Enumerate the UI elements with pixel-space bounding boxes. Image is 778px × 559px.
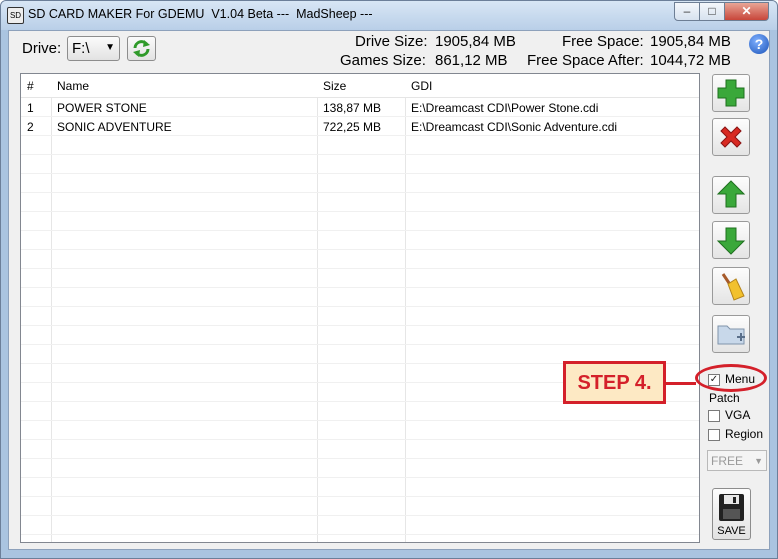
row-separator xyxy=(21,420,699,421)
minimize-icon: – xyxy=(683,4,691,18)
region-select: FREE ▼ xyxy=(707,450,767,471)
row-separator xyxy=(21,477,699,478)
title-bar[interactable]: SD SD CARD MAKER For GDEMU V1.04 Beta --… xyxy=(1,1,777,30)
row-separator xyxy=(21,230,699,231)
column-header-name[interactable]: Name xyxy=(57,79,89,93)
region-checkbox[interactable] xyxy=(708,429,720,441)
row-separator xyxy=(21,306,699,307)
region-select-value: FREE xyxy=(711,454,744,468)
games-size-label: Games Size: xyxy=(340,52,426,69)
drive-size-label: Drive Size: xyxy=(355,33,428,50)
chevron-down-icon: ▼ xyxy=(754,456,763,466)
close-button[interactable]: ✕ xyxy=(724,2,769,21)
free-space-value: 1905,84 MB xyxy=(650,33,731,50)
column-header-gdi[interactable]: GDI xyxy=(411,79,432,93)
vga-label: VGA xyxy=(725,408,751,422)
new-folder-icon xyxy=(717,325,745,345)
floppy-disk-icon xyxy=(719,494,744,521)
patch-label: Patch xyxy=(709,391,740,405)
chevron-down-icon: ▼ xyxy=(105,42,115,53)
row-separator xyxy=(21,325,699,326)
row-number: 1 xyxy=(27,101,34,115)
game-size: 722,25 MB xyxy=(323,120,382,134)
app-window: SD SD CARD MAKER For GDEMU V1.04 Beta --… xyxy=(0,0,778,559)
callout-highlight-ellipse xyxy=(695,364,767,392)
free-space-after-value: 1044,72 MB xyxy=(650,52,731,69)
step-callout-text: STEP 4. xyxy=(577,372,652,394)
row-separator xyxy=(21,515,699,516)
app-icon: SD xyxy=(7,7,24,24)
row-separator xyxy=(21,268,699,269)
games-table[interactable]: # Name Size GDI 1 POWER STONE 138,87 MB … xyxy=(20,73,700,543)
column-header-size[interactable]: Size xyxy=(323,79,346,93)
row-separator xyxy=(21,458,699,459)
drive-size-value: 1905,84 MB xyxy=(435,33,516,50)
broom-icon xyxy=(721,273,745,301)
row-separator xyxy=(21,287,699,288)
row-separator xyxy=(21,439,699,440)
row-separator xyxy=(21,116,699,117)
refresh-icon xyxy=(133,40,150,57)
row-separator xyxy=(21,249,699,250)
minimize-button[interactable]: – xyxy=(674,2,700,21)
refresh-button[interactable] xyxy=(127,36,156,61)
row-separator xyxy=(21,211,699,212)
game-size: 138,87 MB xyxy=(323,101,382,115)
arrow-down-icon xyxy=(716,227,746,255)
row-separator xyxy=(21,154,699,155)
table-header: # Name Size GDI xyxy=(21,74,699,98)
row-separator xyxy=(21,496,699,497)
move-down-button[interactable] xyxy=(712,221,750,259)
add-game-button[interactable] xyxy=(712,74,750,112)
row-separator xyxy=(21,135,699,136)
column-divider xyxy=(317,74,318,542)
help-icon[interactable]: ? xyxy=(749,34,769,54)
column-header-number[interactable]: # xyxy=(27,79,34,93)
game-name: SONIC ADVENTURE xyxy=(57,120,172,134)
column-divider xyxy=(51,74,52,542)
vga-checkbox[interactable] xyxy=(708,410,720,422)
step-callout: STEP 4. xyxy=(563,361,666,404)
drive-select[interactable]: F:\ ▼ xyxy=(67,36,120,61)
maximize-button[interactable]: □ xyxy=(699,2,725,21)
close-icon: ✕ xyxy=(741,4,752,18)
drive-label: Drive: xyxy=(22,40,62,57)
arrow-up-icon xyxy=(716,180,746,208)
clean-button[interactable] xyxy=(712,267,750,305)
row-separator xyxy=(21,192,699,193)
save-button[interactable]: SAVE xyxy=(712,488,751,540)
row-separator xyxy=(21,534,699,535)
row-number: 2 xyxy=(27,120,34,134)
new-folder-button[interactable] xyxy=(712,315,750,353)
game-name: POWER STONE xyxy=(57,101,147,115)
window-title: SD CARD MAKER For GDEMU V1.04 Beta --- M… xyxy=(28,7,373,21)
drive-select-value: F:\ xyxy=(72,40,90,57)
save-label: SAVE xyxy=(717,525,746,537)
maximize-icon: □ xyxy=(708,4,716,18)
row-separator xyxy=(21,173,699,174)
remove-game-button[interactable] xyxy=(712,118,750,156)
move-up-button[interactable] xyxy=(712,176,750,214)
row-separator xyxy=(21,344,699,345)
games-size-value: 861,12 MB xyxy=(435,52,508,69)
column-divider xyxy=(405,74,406,542)
add-icon xyxy=(717,79,745,107)
free-space-after-label: Free Space After: xyxy=(527,52,644,69)
game-gdi-path: E:\Dreamcast CDI\Power Stone.cdi xyxy=(411,101,599,115)
remove-icon xyxy=(720,126,742,148)
region-label: Region xyxy=(725,427,764,441)
main-panel: Drive: F:\ ▼ Drive Size: 1905,84 MB Game… xyxy=(8,30,770,550)
free-space-label: Free Space: xyxy=(562,33,644,50)
callout-connector xyxy=(666,382,696,385)
game-gdi-path: E:\Dreamcast CDI\Sonic Adventure.cdi xyxy=(411,120,618,134)
